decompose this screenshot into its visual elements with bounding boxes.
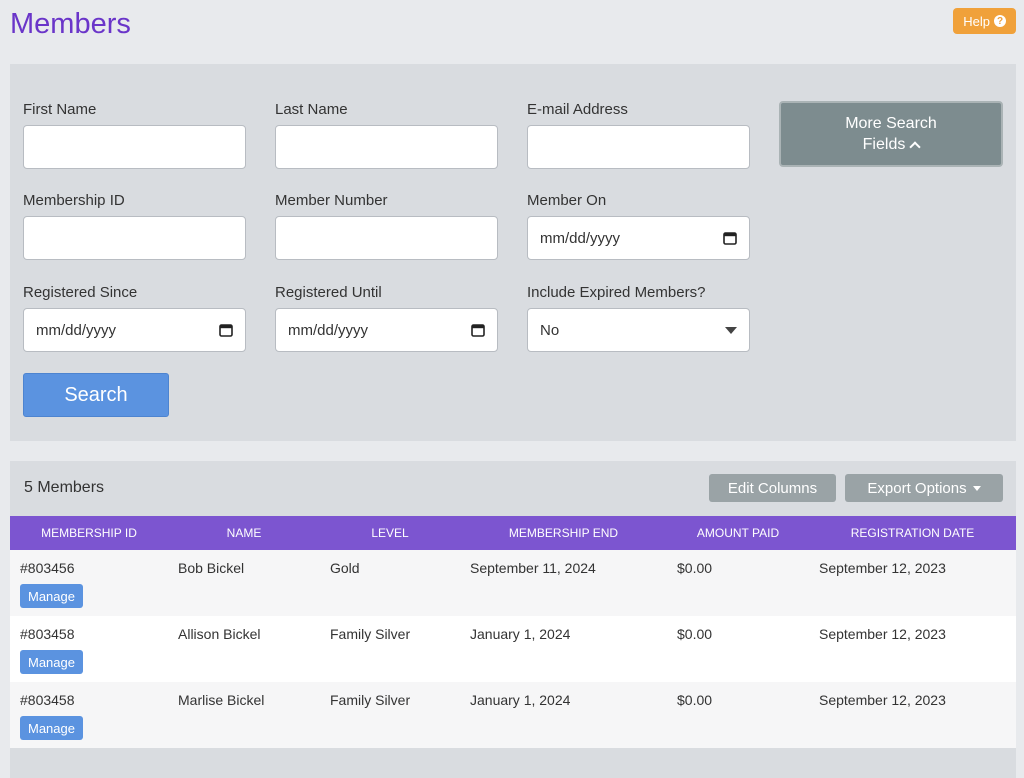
membership-end-cell: January 1, 2024 [460,682,667,748]
manage-button[interactable]: Manage [20,650,83,674]
more-search-fields-button[interactable]: More Search Fields [779,101,1003,167]
table-row: #803458 Manage Allison Bickel Family Sil… [10,616,1016,682]
include-expired-value: No [540,321,560,339]
member-on-value: mm/dd/yyyy [540,229,621,247]
membership-id-cell: #803458 Manage [10,616,168,682]
member-count: 5 Members [24,479,105,496]
results-panel: 5 Members Edit Columns Export Options ME… [10,461,1016,778]
membership-end-cell: September 11, 2024 [460,550,667,616]
help-label: Help [963,13,990,29]
page-title: Members [10,8,131,40]
registered-until-value: mm/dd/yyyy [288,321,369,339]
registered-since-date-input[interactable]: mm/dd/yyyy [23,308,246,352]
search-button[interactable]: Search [23,373,169,417]
include-expired-label: Include Expired Members? [527,284,706,301]
registration-date-cell: September 12, 2023 [809,682,1016,748]
manage-button[interactable]: Manage [20,584,83,608]
members-table: MEMBERSHIP ID NAME LEVEL MEMBERSHIP END … [10,516,1016,748]
more-search-line2: Fields [862,134,922,155]
search-panel: First Name Last Name E-mail Address Memb… [10,64,1016,441]
membership-id-group: Membership ID [23,192,246,260]
calendar-icon[interactable] [471,323,485,337]
column-header[interactable]: REGISTRATION DATE [809,516,1016,550]
caret-down-icon [972,485,981,491]
registered-since-group: Registered Since mm/dd/yyyy [23,284,246,352]
member-on-label: Member On [527,192,607,209]
edit-columns-button[interactable]: Edit Columns [709,474,836,502]
registered-until-label: Registered Until [275,284,382,301]
help-button[interactable]: Help ? [953,8,1016,34]
level-cell: Family Silver [320,616,460,682]
last-name-label: Last Name [275,101,348,118]
membership-id-cell: #803456 Manage [10,550,168,616]
first-name-label: First Name [23,101,97,118]
caret-down-icon [725,326,737,334]
first-name-group: First Name [23,101,246,169]
chevron-up-icon [909,140,922,153]
column-header[interactable]: AMOUNT PAID [667,516,809,550]
member-number-group: Member Number [275,192,498,260]
manage-button[interactable]: Manage [20,716,83,740]
calendar-icon[interactable] [723,231,737,245]
last-name-input[interactable] [275,125,498,169]
include-expired-group: Include Expired Members? No [527,284,750,352]
registered-until-date-input[interactable]: mm/dd/yyyy [275,308,498,352]
registered-since-label: Registered Since [23,284,138,301]
member-on-date-input[interactable]: mm/dd/yyyy [527,216,750,260]
last-name-group: Last Name [275,101,498,169]
column-header[interactable]: NAME [168,516,320,550]
membership-end-cell: January 1, 2024 [460,616,667,682]
member-number-input[interactable] [275,216,498,260]
membership-id[interactable]: #803458 [20,692,75,708]
member-on-group: Member On mm/dd/yyyy [527,192,750,260]
registered-until-group: Registered Until mm/dd/yyyy [275,284,498,352]
column-header[interactable]: MEMBERSHIP ID [10,516,168,550]
email-label: E-mail Address [527,101,628,118]
level-cell: Gold [320,550,460,616]
registration-date-cell: September 12, 2023 [809,616,1016,682]
more-search-label-line1: More Search [845,115,937,132]
name-cell: Marlise Bickel [168,682,320,748]
table-row: #803456 Manage Bob Bickel Gold September… [10,550,1016,616]
email-input[interactable] [527,125,750,169]
table-row: #803458 Manage Marlise Bickel Family Sil… [10,682,1016,748]
export-options-button[interactable]: Export Options [845,474,1003,502]
name-cell: Bob Bickel [168,550,320,616]
membership-id-input[interactable] [23,216,246,260]
registered-since-value: mm/dd/yyyy [36,321,117,339]
registration-date-cell: September 12, 2023 [809,550,1016,616]
more-search-label-line2: Fields [862,136,906,153]
name-cell: Allison Bickel [168,616,320,682]
include-expired-select[interactable]: No [527,308,750,352]
first-name-input[interactable] [23,125,246,169]
calendar-icon[interactable] [219,323,233,337]
amount-paid-cell: $0.00 [667,550,809,616]
table-header-row: MEMBERSHIP ID NAME LEVEL MEMBERSHIP END … [10,516,1016,550]
level-cell: Family Silver [320,682,460,748]
export-options-label: Export Options [867,479,967,497]
membership-id-cell: #803458 Manage [10,682,168,748]
column-header[interactable]: LEVEL [320,516,460,550]
question-circle-icon: ? [994,15,1006,27]
member-number-label: Member Number [275,192,388,209]
email-group: E-mail Address [527,101,750,169]
membership-id[interactable]: #803458 [20,626,75,642]
amount-paid-cell: $0.00 [667,616,809,682]
amount-paid-cell: $0.00 [667,682,809,748]
membership-id[interactable]: #803456 [20,560,75,576]
column-header[interactable]: MEMBERSHIP END [460,516,667,550]
membership-id-label: Membership ID [23,192,125,209]
